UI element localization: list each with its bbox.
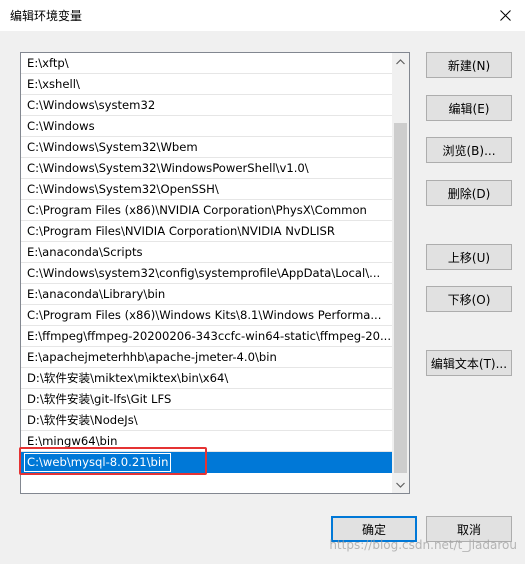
path-row[interactable]: D:\软件安装\miktex\miktex\bin\x64\ [21, 368, 392, 389]
chevron-down-icon [396, 482, 405, 488]
move-up-button[interactable]: 上移(U) [426, 244, 512, 270]
path-row[interactable]: C:\Windows\System32\WindowsPowerShell\v1… [21, 158, 392, 179]
delete-button[interactable]: 删除(D) [426, 180, 512, 206]
path-row[interactable]: E:\mingw64\bin [21, 431, 392, 452]
move-down-button[interactable]: 下移(O) [426, 286, 512, 312]
new-button[interactable]: 新建(N) [426, 52, 512, 78]
window-title: 编辑环境变量 [10, 9, 83, 23]
path-row[interactable]: C:\Windows\System32\OpenSSH\ [21, 179, 392, 200]
title-bar: 编辑环境变量 [0, 0, 525, 31]
chevron-up-icon [396, 58, 405, 64]
browse-button[interactable]: 浏览(B)... [426, 137, 512, 163]
scroll-thumb[interactable] [394, 123, 407, 473]
path-row[interactable]: E:\ffmpeg\ffmpeg-20200206-343ccfc-win64-… [21, 326, 392, 347]
edit-button[interactable]: 编辑(E) [426, 95, 512, 121]
path-rows: E:\xftp\ E:\xshell\ C:\Windows\system32 C:\… [21, 53, 392, 473]
path-row[interactable]: D:\软件安装\git-lfs\Git LFS [21, 389, 392, 410]
path-row-editing[interactable]: C:\web\mysql-8.0.21\bin [21, 452, 392, 473]
path-edit-input[interactable]: C:\web\mysql-8.0.21\bin [23, 453, 172, 472]
path-row[interactable]: C:\Windows\system32\config\systemprofile… [21, 263, 392, 284]
path-row[interactable]: C:\Windows\system32 [21, 95, 392, 116]
path-row[interactable]: C:\Program Files (x86)\NVIDIA Corporatio… [21, 200, 392, 221]
path-row[interactable]: E:\anaconda\Scripts [21, 242, 392, 263]
path-row[interactable]: C:\Windows\System32\Wbem [21, 137, 392, 158]
close-button[interactable] [485, 0, 525, 31]
close-icon [499, 10, 511, 21]
cancel-button[interactable]: 取消 [426, 516, 512, 542]
scroll-up-button[interactable] [392, 53, 409, 70]
path-row[interactable]: C:\Program Files (x86)\Windows Kits\8.1\… [21, 305, 392, 326]
vertical-scrollbar[interactable] [392, 53, 409, 493]
edit-text-button[interactable]: 编辑文本(T)... [426, 350, 512, 376]
path-row[interactable]: C:\Windows [21, 116, 392, 137]
scroll-down-button[interactable] [392, 476, 409, 493]
path-row[interactable]: D:\软件安装\NodeJs\ [21, 410, 392, 431]
path-row[interactable]: E:\apachejmeterhhb\apache-jmeter-4.0\bin [21, 347, 392, 368]
path-listbox[interactable]: E:\xftp\ E:\xshell\ C:\Windows\system32 C:\… [20, 52, 410, 494]
ok-button[interactable]: 确定 [331, 516, 417, 542]
path-row[interactable]: E:\xftp\ [21, 53, 392, 74]
path-row[interactable]: C:\Program Files\NVIDIA Corporation\NVID… [21, 221, 392, 242]
path-row[interactable]: E:\xshell\ [21, 74, 392, 95]
path-row[interactable]: E:\anaconda\Library\bin [21, 284, 392, 305]
